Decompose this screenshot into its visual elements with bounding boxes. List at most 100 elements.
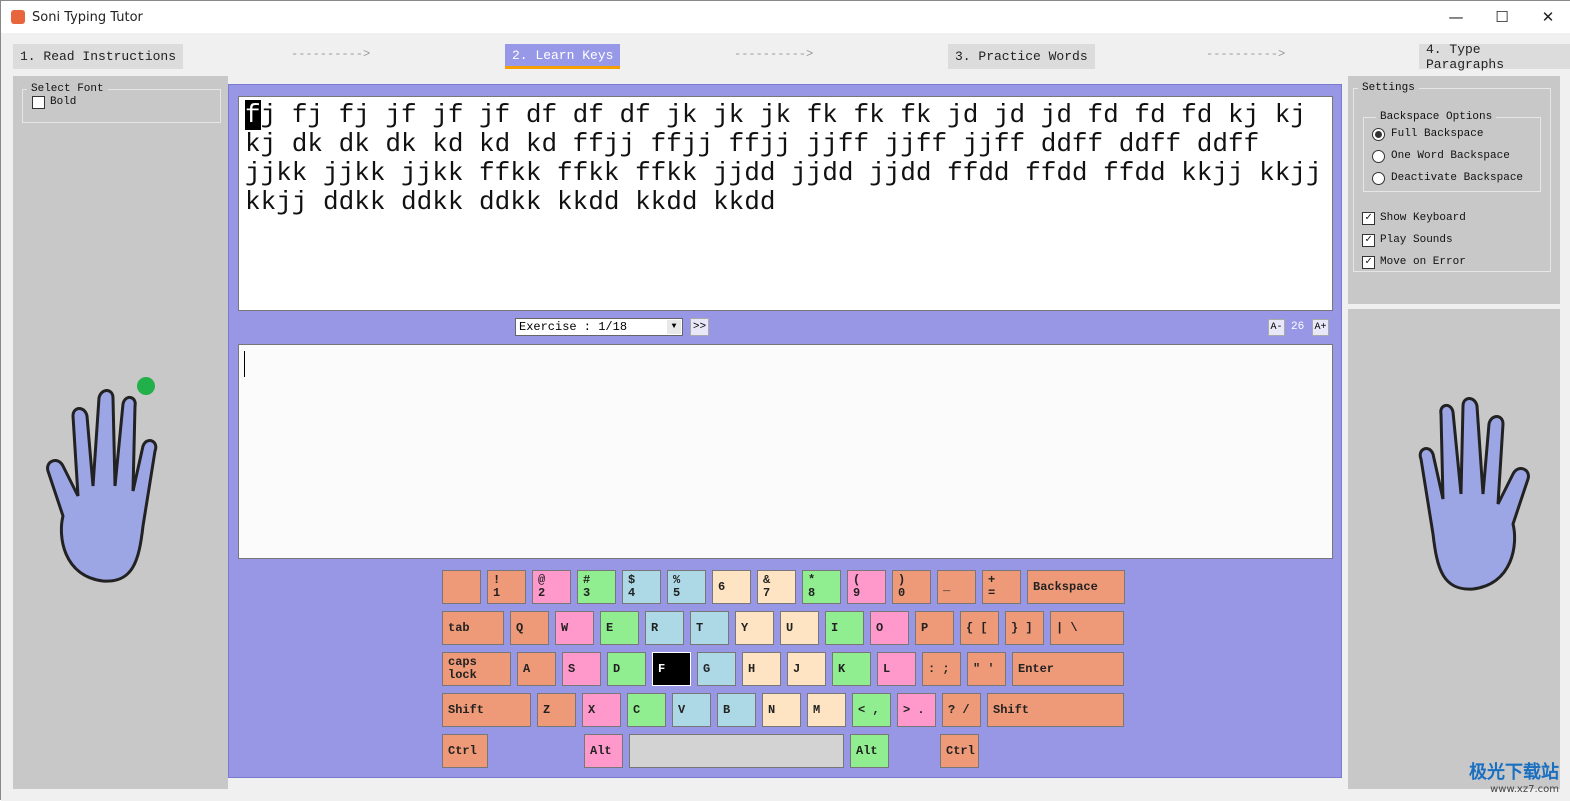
key-H[interactable]: H	[742, 652, 781, 686]
key-label: L	[883, 661, 891, 676]
step-type-paragraphs[interactable]: 4. Type Paragraphs	[1419, 42, 1570, 72]
key-J[interactable]: J	[787, 652, 826, 686]
key-[interactable]: { [	[960, 611, 999, 645]
key-lshift[interactable]: Shift	[442, 693, 531, 727]
key-X[interactable]: X	[582, 693, 621, 727]
key-label: F	[658, 661, 666, 676]
key-rshift[interactable]: Shift	[987, 693, 1124, 727]
exercise-select[interactable]: Exercise : 1/18 ▼	[515, 318, 683, 336]
close-button[interactable]: ✕	[1525, 1, 1570, 33]
key-ctrl[interactable]: Ctrl	[442, 734, 488, 768]
radio-button[interactable]	[1372, 171, 1385, 185]
key-label: 0	[898, 586, 906, 600]
key-[interactable]: _	[937, 570, 976, 604]
key-N[interactable]: N	[762, 693, 801, 727]
key-7[interactable]: & 7	[757, 570, 796, 604]
checkmark-icon[interactable]: ✓	[1362, 233, 1375, 247]
key-[interactable]: + =	[982, 570, 1021, 604]
key-[interactable]: } ]	[1005, 611, 1044, 645]
key-backspace[interactable]: Backspace	[1027, 570, 1125, 604]
key-Z[interactable]: Z	[537, 693, 576, 727]
key-Y[interactable]: Y	[735, 611, 774, 645]
key-S[interactable]: S	[562, 652, 601, 686]
key-1[interactable]: ! 1	[487, 570, 526, 604]
radio-label: One Word Backspace	[1391, 150, 1510, 162]
key-label: P	[921, 620, 929, 635]
key-L[interactable]: L	[877, 652, 916, 686]
step-learn-keys[interactable]: 2. Learn Keys	[505, 44, 621, 69]
font-decrease-button[interactable]: A-	[1268, 319, 1285, 336]
key-caps[interactable]: caps lock	[442, 652, 511, 686]
play-sounds-checkbox[interactable]: ✓ Play Sounds	[1362, 229, 1466, 251]
key-Alt[interactable]: Alt	[850, 734, 889, 768]
checkmark-icon[interactable]: ✓	[1362, 211, 1375, 225]
key-A[interactable]: A	[517, 652, 556, 686]
next-exercise-button[interactable]: >>	[690, 318, 709, 336]
radio-label: Deactivate Backspace	[1391, 172, 1524, 184]
step-read-instructions[interactable]: 1. Read Instructions	[13, 44, 184, 69]
key-tab[interactable]: tab	[442, 611, 504, 645]
key-C[interactable]: C	[627, 693, 666, 727]
key-E[interactable]: E	[600, 611, 639, 645]
chevron-down-icon[interactable]: ▼	[667, 320, 681, 334]
move-on-error-checkbox[interactable]: ✓ Move on Error	[1362, 251, 1466, 273]
key-blank[interactable]	[442, 570, 481, 604]
key-0[interactable]: ) 0	[892, 570, 931, 604]
radio-button[interactable]	[1372, 127, 1385, 141]
radio-one-word-backspace[interactable]: One Word Backspace	[1372, 145, 1540, 167]
step-practice-words[interactable]: 3. Practice Words	[948, 44, 1095, 69]
key-9[interactable]: (9	[847, 570, 886, 604]
key-2[interactable]: @2	[532, 570, 571, 604]
keyboard-row: Shift Z X C V B N M < , > . ? / Shift	[442, 693, 1125, 727]
key-label: O	[876, 620, 884, 635]
key-G[interactable]: G	[697, 652, 736, 686]
radio-deactivate-backspace[interactable]: Deactivate Backspace	[1372, 167, 1540, 189]
key-label: Q	[516, 620, 524, 635]
key-5[interactable]: % 5	[667, 570, 706, 604]
key-4[interactable]: $4	[622, 570, 661, 604]
key-label: Shift	[448, 702, 485, 717]
key-I[interactable]: I	[825, 611, 864, 645]
key-U[interactable]: U	[780, 611, 819, 645]
key-[interactable]: : ;	[922, 652, 961, 686]
key-W[interactable]: W	[555, 611, 594, 645]
typing-input[interactable]	[238, 344, 1333, 559]
maximize-button[interactable]: ☐	[1479, 1, 1525, 33]
settings-panel: Settings Backspace Options Full Backspac…	[1348, 76, 1560, 304]
key-M[interactable]: M	[807, 693, 846, 727]
key-Q[interactable]: Q	[510, 611, 549, 645]
key-T[interactable]: T	[690, 611, 729, 645]
key-label: > .	[903, 702, 925, 717]
key-O[interactable]: O	[870, 611, 909, 645]
key-3[interactable]: #3	[577, 570, 616, 604]
key-rctrl[interactable]: Ctrl	[940, 734, 979, 768]
key-enter[interactable]: Enter	[1012, 652, 1124, 686]
settings-group: Settings Backspace Options Full Backspac…	[1353, 82, 1551, 272]
key-space[interactable]	[629, 734, 844, 768]
key-R[interactable]: R	[645, 611, 684, 645]
key-F[interactable]: F	[652, 652, 691, 686]
key-[interactable]: < ,	[852, 693, 891, 727]
key-6[interactable]: 6	[712, 570, 751, 604]
radio-full-backspace[interactable]: Full Backspace	[1372, 123, 1540, 145]
key-B[interactable]: B	[717, 693, 756, 727]
watermark-text: 极光下载站	[1469, 762, 1559, 783]
checkmark-icon[interactable]: ✓	[1362, 255, 1375, 269]
key-D[interactable]: D	[607, 652, 646, 686]
key-[interactable]: " '	[967, 652, 1006, 686]
key-label: K	[838, 661, 846, 676]
key-P[interactable]: P	[915, 611, 954, 645]
radio-button[interactable]	[1372, 149, 1385, 163]
key-backslash[interactable]: | \	[1050, 611, 1124, 645]
key-lalt[interactable]: Alt	[584, 734, 623, 768]
key-[interactable]: ? /	[942, 693, 981, 727]
key-[interactable]: > .	[897, 693, 936, 727]
font-increase-button[interactable]: A+	[1312, 319, 1329, 336]
key-K[interactable]: K	[832, 652, 871, 686]
finger-indicator-dot	[137, 377, 155, 395]
key-8[interactable]: * 8	[802, 570, 841, 604]
key-V[interactable]: V	[672, 693, 711, 727]
checkbox-box[interactable]	[32, 95, 45, 109]
show-keyboard-checkbox[interactable]: ✓ Show Keyboard	[1362, 207, 1466, 229]
minimize-button[interactable]: —	[1433, 1, 1479, 33]
